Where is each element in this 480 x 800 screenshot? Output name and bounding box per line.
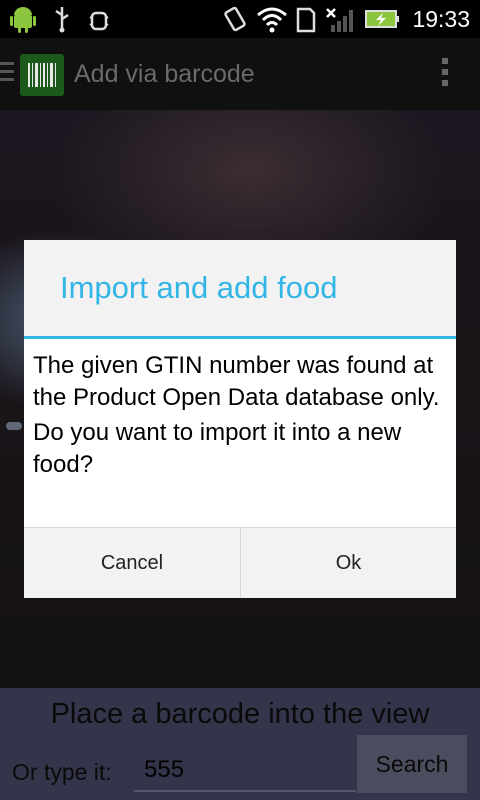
sd-card-icon	[296, 7, 316, 33]
action-bar: Add via barcode	[0, 38, 480, 110]
dialog-message-line: Do you want to import it into a new food…	[33, 419, 402, 478]
signal-icon	[326, 8, 353, 32]
barcode-icon-glyph	[28, 63, 56, 87]
android-icon	[10, 7, 36, 33]
page-title: Add via barcode	[74, 60, 255, 88]
dialog-title: Import and add food	[60, 270, 338, 305]
dialog-body: The given GTIN number was found at the P…	[24, 339, 456, 527]
usb-icon	[55, 7, 69, 33]
drawer-menu-icon[interactable]	[0, 62, 14, 86]
barcode-input[interactable]	[134, 750, 356, 792]
barcode-icon[interactable]	[20, 54, 64, 96]
scan-hint: Place a barcode into the view	[50, 698, 430, 730]
overflow-menu-icon[interactable]	[442, 58, 450, 92]
debug-icon	[89, 11, 109, 31]
ok-button[interactable]: Ok	[241, 528, 456, 598]
barcode-entry-panel: Place a barcode into the view Or type it…	[0, 688, 480, 800]
type-label: Or type it:	[12, 759, 112, 785]
status-bar: 19:33	[0, 0, 480, 38]
dialog-message: The given GTIN number was found at the P…	[33, 350, 453, 481]
wifi-icon	[257, 7, 287, 33]
battery-charging-icon	[365, 10, 399, 28]
cancel-button[interactable]: Cancel	[24, 528, 241, 598]
search-button[interactable]: Search	[357, 735, 467, 793]
status-time: 19:33	[412, 6, 470, 32]
import-dialog: Import and add food The given GTIN numbe…	[24, 240, 456, 598]
dialog-message-line: The given GTIN number was found at the P…	[33, 352, 440, 411]
dialog-button-bar: Cancel Ok	[24, 527, 456, 598]
vibrate-icon	[224, 6, 246, 32]
camera-reflection	[6, 422, 22, 430]
